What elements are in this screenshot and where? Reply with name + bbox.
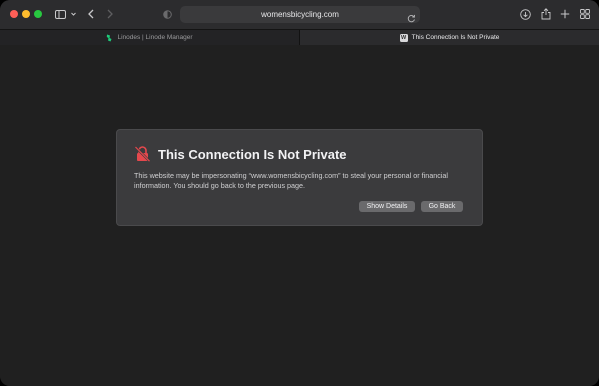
address-bar[interactable]: womensbicycling.com — [180, 6, 420, 23]
tab-connection-not-private[interactable]: W This Connection Is Not Private — [300, 30, 599, 45]
maximize-window-button[interactable] — [34, 10, 42, 18]
close-window-button[interactable] — [10, 10, 18, 18]
share-icon[interactable] — [540, 6, 552, 22]
download-icon[interactable] — [519, 6, 531, 22]
chevron-down-icon[interactable] — [70, 6, 76, 22]
tab-bar: Linodes | Linode Manager W This Connecti… — [0, 29, 599, 46]
page-content: This Connection Is Not Private This webs… — [0, 45, 599, 386]
tab-linodes[interactable]: Linodes | Linode Manager — [0, 30, 300, 45]
dialog-message: This website may be impersonating “www.w… — [134, 171, 448, 190]
minimize-window-button[interactable] — [22, 10, 30, 18]
linode-logo-icon — [106, 34, 113, 42]
tab-label: Linodes | Linode Manager — [117, 34, 193, 41]
go-back-button[interactable]: Go Back — [421, 201, 463, 212]
w-favicon-icon: W — [399, 33, 408, 42]
browser-window: womensbicycling.com Linodes | Linode Man… — [0, 0, 599, 386]
tab-overview-icon[interactable] — [579, 6, 591, 22]
tab-label: This Connection Is Not Private — [411, 34, 500, 41]
new-tab-icon[interactable] — [559, 6, 571, 22]
privacy-warning-dialog: This Connection Is Not Private This webs… — [116, 129, 483, 226]
privacy-shield-icon[interactable] — [162, 6, 172, 22]
browser-toolbar: womensbicycling.com — [0, 0, 599, 29]
forward-icon[interactable] — [106, 6, 114, 22]
show-details-button[interactable]: Show Details — [359, 201, 415, 212]
sidebar-toggle-icon[interactable] — [54, 6, 66, 22]
broken-lock-icon — [134, 146, 151, 163]
dialog-title: This Connection Is Not Private — [158, 147, 347, 162]
address-text: womensbicycling.com — [261, 10, 339, 19]
back-icon[interactable] — [87, 6, 95, 22]
reload-icon[interactable] — [407, 10, 416, 23]
